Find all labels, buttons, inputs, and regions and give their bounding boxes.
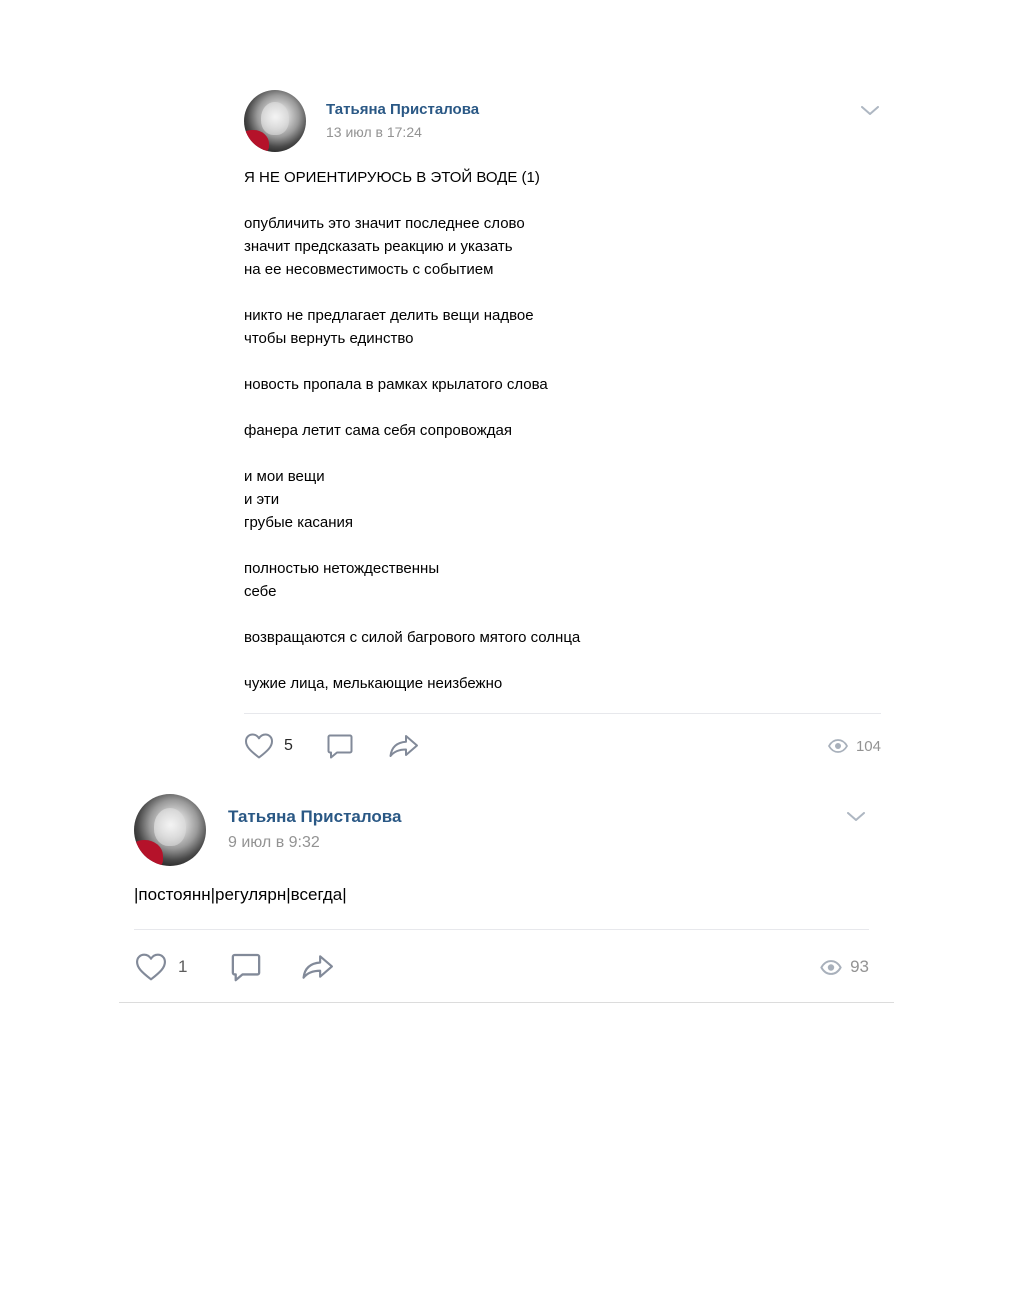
comment-icon <box>231 953 261 982</box>
comment-button[interactable] <box>230 951 262 983</box>
avatar-image-part <box>244 129 269 152</box>
like-button[interactable]: 1 <box>134 951 187 983</box>
divider <box>119 1002 894 1003</box>
chevron-down-icon[interactable] <box>847 812 865 822</box>
avatar[interactable] <box>134 794 206 866</box>
like-count: 5 <box>284 737 293 754</box>
eye-icon <box>820 959 842 975</box>
post-text: Я НЕ ОРИЕНТИРУЮСЬ В ЭТОЙ ВОДЕ (1) опубли… <box>244 169 581 692</box>
divider <box>244 713 881 714</box>
post-date-link[interactable]: 13 июл в 17:24 <box>326 124 422 140</box>
chevron-down-icon[interactable] <box>861 106 879 116</box>
post-text: |постоянн|регулярн|всегда| <box>134 885 347 904</box>
views-counter: 104 <box>827 730 881 762</box>
comment-button[interactable] <box>326 730 354 762</box>
eye-icon <box>827 739 848 753</box>
avatar-image-part <box>261 102 289 135</box>
divider <box>134 929 869 930</box>
heart-icon <box>245 733 273 759</box>
post-date-link[interactable]: 9 июл в 9:32 <box>228 834 320 852</box>
share-button[interactable] <box>388 730 420 762</box>
share-button[interactable] <box>300 951 336 983</box>
author-name-link[interactable]: Татьяна Присталова <box>326 101 479 118</box>
views-counter: 93 <box>820 951 869 983</box>
share-icon <box>389 735 418 757</box>
post-actions: 5 104 <box>244 730 881 762</box>
post-actions: 1 93 <box>134 951 869 983</box>
comment-icon <box>327 734 353 759</box>
avatar-image-part <box>134 840 163 866</box>
avatar-image-part <box>154 808 186 846</box>
like-count: 1 <box>178 957 188 976</box>
like-button[interactable]: 5 <box>244 730 293 762</box>
views-count: 93 <box>850 957 869 976</box>
views-count: 104 <box>855 737 881 755</box>
author-name-link[interactable]: Татьяна Присталова <box>228 807 402 827</box>
avatar[interactable] <box>244 90 306 152</box>
share-icon <box>302 955 333 979</box>
heart-icon <box>135 953 166 981</box>
